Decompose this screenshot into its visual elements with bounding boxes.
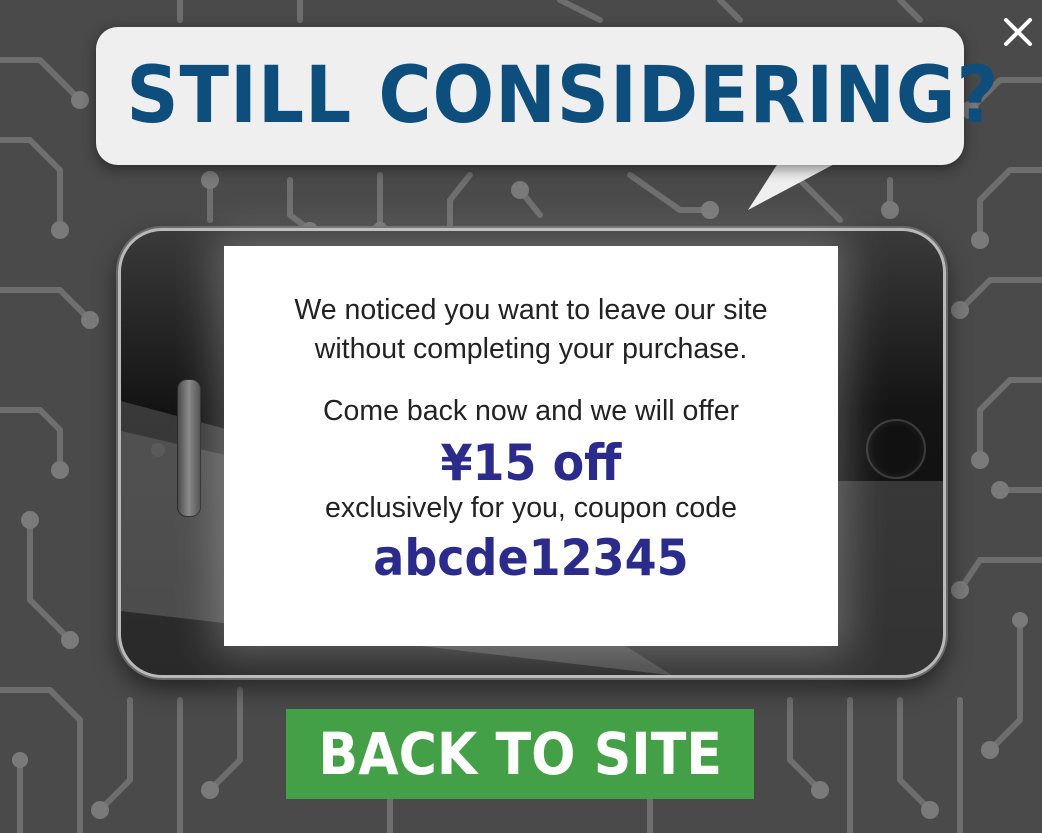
phone-speaker-slot: [177, 379, 201, 517]
phone-home-button: [866, 419, 926, 479]
close-button[interactable]: [996, 10, 1040, 54]
message-line-2: without completing your purchase.: [314, 333, 748, 365]
coupon-code: abcde12345: [373, 529, 689, 587]
discount-amount: ¥15 off: [440, 434, 622, 492]
back-to-site-label: BACK TO SITE: [318, 720, 722, 788]
headline: STILL CONSIDERING?: [126, 51, 1000, 141]
phone-camera-dot: [151, 443, 165, 457]
phone-screen: We noticed you want to leave our site wi…: [224, 246, 838, 646]
coupon-line: exclusively for you, coupon code: [325, 492, 737, 524]
message-line-1: We noticed you want to leave our site: [294, 294, 768, 326]
offer-line: Come back now and we will offer: [322, 395, 740, 427]
close-icon: [1004, 18, 1032, 46]
back-to-site-button[interactable]: BACK TO SITE: [286, 709, 754, 799]
